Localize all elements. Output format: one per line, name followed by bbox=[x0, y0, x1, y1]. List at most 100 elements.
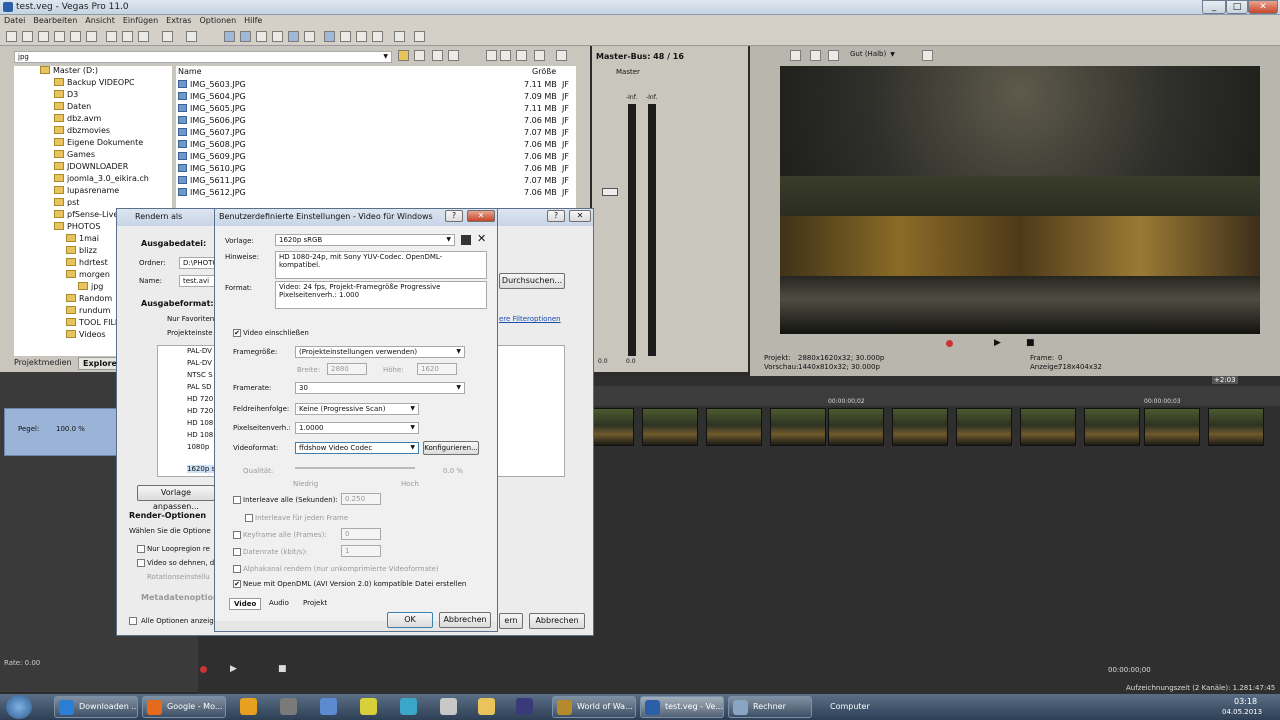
video-thumbnail[interactable] bbox=[1020, 408, 1076, 446]
template-item[interactable]: PAL-DV bbox=[187, 359, 212, 367]
loop-region-checkbox[interactable] bbox=[137, 545, 145, 553]
template-item[interactable]: HD 720 bbox=[187, 395, 213, 403]
cut-icon[interactable] bbox=[106, 31, 117, 42]
quality-slider[interactable] bbox=[295, 467, 415, 469]
tab-video[interactable]: Video bbox=[229, 598, 262, 610]
video-thumbnail[interactable] bbox=[642, 408, 698, 446]
properties-icon[interactable] bbox=[86, 31, 97, 42]
tree-item[interactable]: Games bbox=[54, 150, 95, 162]
tree-item[interactable]: TOOL FILE bbox=[66, 318, 120, 330]
close-button[interactable]: ✕ bbox=[1248, 0, 1278, 14]
transport-stop-icon[interactable]: ■ bbox=[278, 664, 287, 674]
path-dropdown[interactable]: jpg ▼ bbox=[14, 51, 392, 63]
folder-icon[interactable] bbox=[478, 698, 495, 715]
menu-extras[interactable]: Extras bbox=[162, 15, 195, 26]
template-item-selected[interactable]: 1620p s bbox=[187, 465, 216, 473]
zoom-tool-icon[interactable] bbox=[272, 31, 283, 42]
auto-preview-icon[interactable] bbox=[516, 50, 527, 61]
tree-item[interactable]: joomla_3.0_eikira.ch bbox=[54, 174, 149, 186]
envelope-tool-icon[interactable] bbox=[240, 31, 251, 42]
preview-record-icon[interactable] bbox=[946, 340, 953, 347]
tree-item[interactable]: Videos bbox=[66, 330, 106, 342]
file-row[interactable]: IMG_5605.JPG 7.11 MB JF bbox=[178, 104, 569, 116]
tree-item[interactable]: dbz.avm bbox=[54, 114, 101, 126]
delete-icon[interactable] bbox=[448, 50, 459, 61]
tree-item[interactable]: blizz bbox=[66, 246, 97, 258]
ok-button[interactable]: OK bbox=[387, 612, 433, 628]
taskbar-app-icon[interactable] bbox=[400, 698, 417, 715]
menu-datei[interactable]: Datei bbox=[0, 15, 29, 26]
copy-icon[interactable] bbox=[122, 31, 133, 42]
video-thumbnail[interactable] bbox=[1208, 408, 1264, 446]
custom-close-button[interactable]: ✕ bbox=[467, 210, 495, 222]
customize-template-button[interactable]: Vorlage anpassen... bbox=[137, 485, 215, 511]
file-row[interactable]: IMG_5611.JPG 7.07 MB JF bbox=[178, 176, 569, 188]
height-input[interactable]: 1620 bbox=[417, 363, 457, 375]
task-vegas[interactable]: test.veg - Ve... bbox=[640, 696, 724, 718]
overlays-icon[interactable] bbox=[828, 50, 839, 61]
custom-help-button[interactable]: ? bbox=[445, 210, 463, 222]
render-icon[interactable] bbox=[70, 31, 81, 42]
view-icon[interactable] bbox=[556, 50, 567, 61]
help-icon[interactable] bbox=[414, 31, 425, 42]
tree-item[interactable]: rundum bbox=[66, 306, 110, 318]
menu-einfuegen[interactable]: Einfügen bbox=[119, 15, 162, 26]
ignore-grouping-icon[interactable] bbox=[356, 31, 367, 42]
selection-tool-icon[interactable] bbox=[256, 31, 267, 42]
file-row[interactable]: IMG_5607.JPG 7.07 MB JF bbox=[178, 128, 569, 140]
task-calculator[interactable]: Rechner bbox=[728, 696, 812, 718]
video-format-dropdown[interactable]: ffdshow Video Codec ▼ bbox=[295, 442, 419, 454]
configure-button[interactable]: Konfigurieren... bbox=[423, 441, 479, 455]
video-thumbnail[interactable] bbox=[956, 408, 1012, 446]
filter-options-link[interactable]: ere Filteroptionen bbox=[499, 315, 561, 323]
play-preview-icon[interactable] bbox=[486, 50, 497, 61]
all-options-checkbox[interactable] bbox=[129, 617, 137, 625]
include-video-checkbox[interactable]: ✔ bbox=[233, 329, 241, 337]
width-input[interactable]: 2880 bbox=[327, 363, 367, 375]
markers-icon[interactable] bbox=[372, 31, 383, 42]
video-thumbnail[interactable] bbox=[706, 408, 762, 446]
tree-item[interactable]: dbzmovies bbox=[54, 126, 110, 138]
tree-item[interactable]: Random bbox=[66, 294, 112, 306]
tree-item[interactable]: PHOTOS bbox=[54, 222, 100, 234]
video-thumbnail[interactable] bbox=[770, 408, 826, 446]
preview-play-icon[interactable]: ▶ bbox=[994, 338, 1001, 348]
tree-item[interactable]: D3 bbox=[54, 90, 78, 102]
template-item[interactable]: HD 720 bbox=[187, 407, 213, 415]
search-icon[interactable] bbox=[534, 50, 545, 61]
after-effects-icon[interactable] bbox=[516, 698, 533, 715]
render-help-button[interactable]: ? bbox=[547, 210, 565, 222]
interleave-checkbox[interactable] bbox=[233, 496, 241, 504]
file-row[interactable]: IMG_5609.JPG 7.06 MB JF bbox=[178, 152, 569, 164]
file-row[interactable]: IMG_5603.JPG 7.11 MB JF bbox=[178, 80, 569, 92]
tree-item[interactable]: Eigene Dokumente bbox=[54, 138, 143, 150]
tree-item[interactable]: pfSense-Live bbox=[54, 210, 118, 222]
tree-item[interactable]: Backup VIDEOPC bbox=[54, 78, 135, 90]
framesize-dropdown[interactable]: (Projekteinstellungen verwenden) ▼ bbox=[295, 346, 465, 358]
menu-optionen[interactable]: Optionen bbox=[195, 15, 240, 26]
task-firefox[interactable]: Google - Mo... bbox=[142, 696, 226, 718]
delete-template-icon[interactable]: ✕ bbox=[477, 232, 486, 245]
auto-ripple-icon[interactable] bbox=[288, 31, 299, 42]
redo-icon[interactable] bbox=[186, 31, 197, 42]
video-thumbnail[interactable] bbox=[1144, 408, 1200, 446]
taskbar-app-icon[interactable] bbox=[280, 698, 297, 715]
calendar-icon[interactable] bbox=[320, 698, 337, 715]
interleave-frame-checkbox[interactable] bbox=[245, 514, 253, 522]
tree-item[interactable]: morgen bbox=[66, 270, 110, 282]
taskbar-app-icon[interactable] bbox=[240, 698, 257, 715]
file-row[interactable]: IMG_5604.JPG 7.09 MB JF bbox=[178, 92, 569, 104]
file-row[interactable]: IMG_5606.JPG 7.06 MB JF bbox=[178, 116, 569, 128]
tab-audio[interactable]: Audio bbox=[269, 599, 289, 607]
save-icon[interactable] bbox=[38, 31, 49, 42]
template-item[interactable]: PAL SD bbox=[187, 383, 212, 391]
maximize-button[interactable]: □ bbox=[1226, 0, 1248, 14]
preview-stop-icon[interactable]: ■ bbox=[1026, 338, 1035, 348]
datarate-input[interactable]: 1 bbox=[341, 545, 381, 557]
template-item[interactable]: 1080p bbox=[187, 443, 209, 451]
start-button[interactable] bbox=[6, 695, 32, 719]
alpha-checkbox[interactable] bbox=[233, 565, 241, 573]
menu-ansicht[interactable]: Ansicht bbox=[81, 15, 119, 26]
template-item[interactable]: HD 108 bbox=[187, 431, 213, 439]
tree-item[interactable]: JDOWNLOADER bbox=[54, 162, 128, 174]
